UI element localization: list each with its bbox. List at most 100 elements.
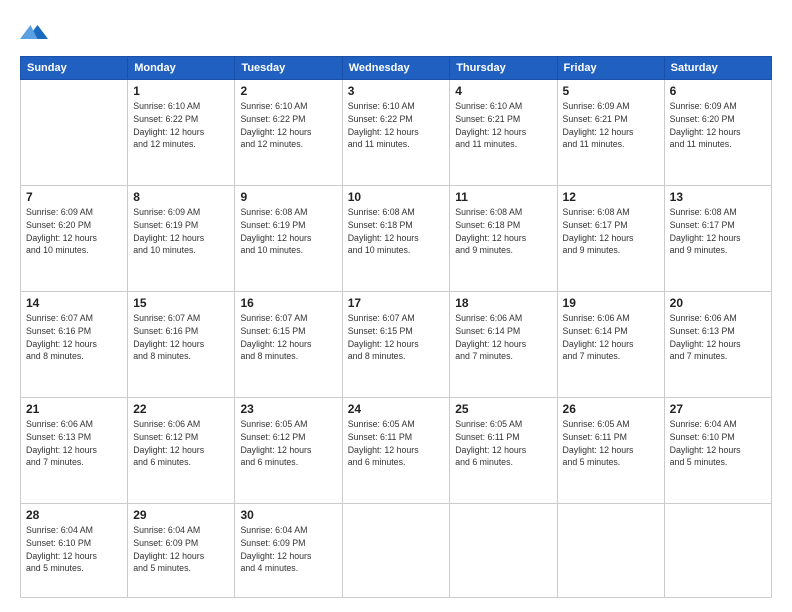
calendar-cell: 25 Sunrise: 6:05 AMSunset: 6:11 PMDayligh… — [450, 398, 557, 504]
day-info: Sunrise: 6:08 AMSunset: 6:17 PMDaylight:… — [670, 206, 766, 257]
day-number: 4 — [455, 84, 551, 98]
day-info: Sunrise: 6:08 AMSunset: 6:18 PMDaylight:… — [348, 206, 445, 257]
calendar-cell — [342, 504, 450, 598]
day-info: Sunrise: 6:05 AMSunset: 6:11 PMDaylight:… — [455, 418, 551, 469]
calendar-cell: 5 Sunrise: 6:09 AMSunset: 6:21 PMDaylight… — [557, 80, 664, 186]
day-info: Sunrise: 6:07 AMSunset: 6:15 PMDaylight:… — [348, 312, 445, 363]
calendar-header-friday: Friday — [557, 57, 664, 80]
day-info: Sunrise: 6:07 AMSunset: 6:16 PMDaylight:… — [26, 312, 122, 363]
calendar-cell: 3Sunrise: 6:10 AMSunset: 6:22 PMDaylight… — [342, 80, 450, 186]
day-number: 24 — [348, 402, 445, 416]
day-info: Sunrise: 6:09 AMSunset: 6:21 PMDaylight:… — [563, 100, 659, 151]
day-info: Sunrise: 6:10 AMSunset: 6:21 PMDaylight:… — [455, 100, 551, 151]
calendar-cell: 30Sunrise: 6:04 AMSunset: 6:09 PMDayligh… — [235, 504, 342, 598]
day-number: 23 — [240, 402, 336, 416]
calendar-cell: 24 Sunrise: 6:05 AMSunset: 6:11 PMDayligh… — [342, 398, 450, 504]
day-info: Sunrise: 6:06 AMSunset: 6:14 PMDaylight:… — [455, 312, 551, 363]
day-info: Sunrise: 6:07 AMSunset: 6:15 PMDaylight:… — [240, 312, 336, 363]
calendar-cell: 29Sunrise: 6:04 AMSunset: 6:09 PMDayligh… — [128, 504, 235, 598]
calendar-cell: 28 Sunrise: 6:04 AMSunset: 6:10 PMDayligh… — [21, 504, 128, 598]
day-info: Sunrise: 6:08 AMSunset: 6:19 PMDaylight:… — [240, 206, 336, 257]
day-number: 25 — [455, 402, 551, 416]
day-number: 9 — [240, 190, 336, 204]
day-number: 17 — [348, 296, 445, 310]
calendar-cell: 22 Sunrise: 6:06 AMSunset: 6:12 PMDayligh… — [128, 398, 235, 504]
calendar-cell: 18 Sunrise: 6:06 AMSunset: 6:14 PMDayligh… — [450, 292, 557, 398]
day-info: Sunrise: 6:10 AMSunset: 6:22 PMDaylight:… — [240, 100, 336, 151]
day-number: 15 — [133, 296, 229, 310]
day-number: 14 — [26, 296, 122, 310]
calendar-cell: 20Sunrise: 6:06 AMSunset: 6:13 PMDayligh… — [664, 292, 771, 398]
day-info: Sunrise: 6:06 AMSunset: 6:13 PMDaylight:… — [26, 418, 122, 469]
day-number: 19 — [563, 296, 659, 310]
day-number: 18 — [455, 296, 551, 310]
calendar-cell: 16 Sunrise: 6:07 AMSunset: 6:15 PMDayligh… — [235, 292, 342, 398]
calendar-header-monday: Monday — [128, 57, 235, 80]
calendar-week-5: 28 Sunrise: 6:04 AMSunset: 6:10 PMDayligh… — [21, 504, 772, 598]
day-number: 1 — [133, 84, 229, 98]
calendar-cell: 17 Sunrise: 6:07 AMSunset: 6:15 PMDayligh… — [342, 292, 450, 398]
calendar-header-thursday: Thursday — [450, 57, 557, 80]
day-number: 27 — [670, 402, 766, 416]
day-number: 3 — [348, 84, 445, 98]
day-info: Sunrise: 6:04 AMSunset: 6:10 PMDaylight:… — [670, 418, 766, 469]
calendar-cell: 9 Sunrise: 6:08 AMSunset: 6:19 PMDaylight… — [235, 186, 342, 292]
day-info: Sunrise: 6:05 AMSunset: 6:11 PMDaylight:… — [348, 418, 445, 469]
calendar-cell: 14 Sunrise: 6:07 AMSunset: 6:16 PMDayligh… — [21, 292, 128, 398]
calendar-cell: 21 Sunrise: 6:06 AMSunset: 6:13 PMDayligh… — [21, 398, 128, 504]
calendar-header-wednesday: Wednesday — [342, 57, 450, 80]
day-number: 5 — [563, 84, 659, 98]
calendar-cell — [557, 504, 664, 598]
logo-icon — [20, 18, 48, 46]
day-number: 21 — [26, 402, 122, 416]
day-number: 10 — [348, 190, 445, 204]
calendar-cell: 13 Sunrise: 6:08 AMSunset: 6:17 PMDayligh… — [664, 186, 771, 292]
day-info: Sunrise: 6:06 AMSunset: 6:14 PMDaylight:… — [563, 312, 659, 363]
day-info: Sunrise: 6:08 AMSunset: 6:17 PMDaylight:… — [563, 206, 659, 257]
calendar-cell — [21, 80, 128, 186]
calendar-header-row: SundayMondayTuesdayWednesdayThursdayFrid… — [21, 57, 772, 80]
page: SundayMondayTuesdayWednesdayThursdayFrid… — [0, 0, 792, 612]
day-number: 6 — [670, 84, 766, 98]
day-number: 28 — [26, 508, 122, 522]
calendar-cell: 4 Sunrise: 6:10 AMSunset: 6:21 PMDaylight… — [450, 80, 557, 186]
calendar-cell: 11 Sunrise: 6:08 AMSunset: 6:18 PMDayligh… — [450, 186, 557, 292]
day-info: Sunrise: 6:06 AMSunset: 6:12 PMDaylight:… — [133, 418, 229, 469]
calendar-cell — [664, 504, 771, 598]
calendar-cell: 8 Sunrise: 6:09 AMSunset: 6:19 PMDaylight… — [128, 186, 235, 292]
day-number: 7 — [26, 190, 122, 204]
calendar-cell: 7 Sunrise: 6:09 AMSunset: 6:20 PMDaylight… — [21, 186, 128, 292]
day-number: 13 — [670, 190, 766, 204]
day-info: Sunrise: 6:04 AMSunset: 6:09 PMDaylight:… — [240, 524, 336, 575]
calendar-cell: 1 Sunrise: 6:10 AMSunset: 6:22 PMDaylight… — [128, 80, 235, 186]
calendar-week-1: 1 Sunrise: 6:10 AMSunset: 6:22 PMDaylight… — [21, 80, 772, 186]
day-info: Sunrise: 6:07 AMSunset: 6:16 PMDaylight:… — [133, 312, 229, 363]
day-number: 16 — [240, 296, 336, 310]
calendar-header-tuesday: Tuesday — [235, 57, 342, 80]
header — [20, 18, 772, 46]
calendar-header-saturday: Saturday — [664, 57, 771, 80]
day-info: Sunrise: 6:09 AMSunset: 6:19 PMDaylight:… — [133, 206, 229, 257]
day-number: 12 — [563, 190, 659, 204]
calendar-header-sunday: Sunday — [21, 57, 128, 80]
day-info: Sunrise: 6:09 AMSunset: 6:20 PMDaylight:… — [670, 100, 766, 151]
day-info: Sunrise: 6:10 AMSunset: 6:22 PMDaylight:… — [133, 100, 229, 151]
logo — [20, 18, 54, 46]
day-number: 8 — [133, 190, 229, 204]
calendar-table: SundayMondayTuesdayWednesdayThursdayFrid… — [20, 56, 772, 598]
day-info: Sunrise: 6:06 AMSunset: 6:13 PMDaylight:… — [670, 312, 766, 363]
day-info: Sunrise: 6:04 AMSunset: 6:10 PMDaylight:… — [26, 524, 122, 575]
calendar-cell — [450, 504, 557, 598]
day-number: 26 — [563, 402, 659, 416]
day-info: Sunrise: 6:09 AMSunset: 6:20 PMDaylight:… — [26, 206, 122, 257]
calendar-cell: 26Sunrise: 6:05 AMSunset: 6:11 PMDayligh… — [557, 398, 664, 504]
calendar-week-3: 14 Sunrise: 6:07 AMSunset: 6:16 PMDayligh… — [21, 292, 772, 398]
day-number: 22 — [133, 402, 229, 416]
day-info: Sunrise: 6:04 AMSunset: 6:09 PMDaylight:… — [133, 524, 229, 575]
calendar-cell: 2Sunrise: 6:10 AMSunset: 6:22 PMDaylight… — [235, 80, 342, 186]
calendar-cell: 23 Sunrise: 6:05 AMSunset: 6:12 PMDayligh… — [235, 398, 342, 504]
calendar-cell: 12 Sunrise: 6:08 AMSunset: 6:17 PMDayligh… — [557, 186, 664, 292]
day-info: Sunrise: 6:05 AMSunset: 6:12 PMDaylight:… — [240, 418, 336, 469]
day-number: 11 — [455, 190, 551, 204]
day-info: Sunrise: 6:08 AMSunset: 6:18 PMDaylight:… — [455, 206, 551, 257]
